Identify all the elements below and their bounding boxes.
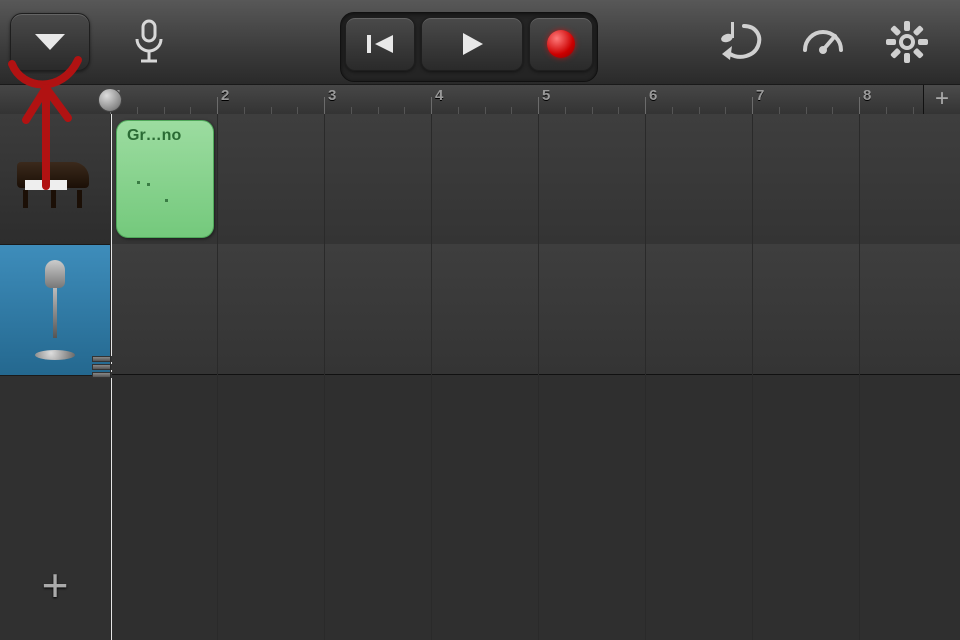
tracks-area: + Gr…no bbox=[0, 114, 960, 640]
zoom-add-button[interactable]: + bbox=[923, 85, 960, 115]
apple-loops-button[interactable] bbox=[714, 17, 764, 67]
ruler-bar-number: 4 bbox=[435, 87, 443, 104]
ruler-bar-number: 2 bbox=[221, 87, 229, 104]
microphone-icon bbox=[130, 19, 168, 65]
mixer-button[interactable] bbox=[798, 17, 848, 67]
grid-line bbox=[859, 114, 860, 640]
playhead[interactable] bbox=[98, 88, 122, 112]
midi-note-dot bbox=[165, 199, 168, 202]
rewind-icon bbox=[365, 33, 395, 55]
ruler-tick-major bbox=[752, 97, 753, 115]
record-button[interactable] bbox=[529, 17, 593, 71]
ruler-tick-major bbox=[645, 97, 646, 115]
ruler-tick-major bbox=[538, 97, 539, 115]
ruler-bar-number: 3 bbox=[328, 87, 336, 104]
ruler-tick-major bbox=[859, 97, 860, 115]
add-track-button[interactable]: + bbox=[42, 558, 69, 612]
ruler-bar-number: 8 bbox=[863, 87, 871, 104]
ruler-tick-major bbox=[324, 97, 325, 115]
grid-line bbox=[538, 114, 539, 640]
track-lane-mic[interactable] bbox=[110, 244, 960, 375]
track-header-empty: + bbox=[0, 376, 110, 640]
grid-line bbox=[217, 114, 218, 640]
my-songs-button[interactable] bbox=[10, 13, 90, 71]
region-label: Gr…no bbox=[127, 127, 181, 144]
track-lanes[interactable]: Gr…no bbox=[110, 114, 960, 640]
ruler-bar-number: 5 bbox=[542, 87, 550, 104]
grid-line bbox=[110, 114, 111, 640]
level-meter-stub bbox=[92, 356, 110, 380]
ruler-bar-number: 6 bbox=[649, 87, 657, 104]
loop-note-icon bbox=[714, 20, 764, 64]
midi-note-dot bbox=[137, 181, 140, 184]
grid-line bbox=[752, 114, 753, 640]
rewind-button[interactable] bbox=[345, 17, 415, 71]
track-header-piano[interactable] bbox=[0, 114, 110, 245]
chevron-down-icon bbox=[33, 32, 67, 52]
play-button[interactable] bbox=[421, 17, 523, 71]
midi-note-dot bbox=[147, 183, 150, 186]
ruler-track: 12345678 bbox=[110, 85, 924, 115]
mixer-icon bbox=[801, 22, 845, 62]
track-lane-piano[interactable] bbox=[110, 114, 960, 245]
grid-line bbox=[645, 114, 646, 640]
settings-button[interactable] bbox=[882, 17, 932, 67]
mic-stand-icon bbox=[25, 260, 85, 360]
transport-controls bbox=[340, 12, 598, 82]
toolbar bbox=[0, 0, 960, 85]
ruler-bar-number: 7 bbox=[756, 87, 764, 104]
plus-icon: + bbox=[42, 559, 69, 611]
midi-region[interactable]: Gr…no bbox=[116, 120, 214, 238]
piano-icon bbox=[15, 150, 95, 208]
timeline-ruler[interactable]: 12345678 + bbox=[0, 85, 960, 116]
grid-line bbox=[324, 114, 325, 640]
empty-lane-area bbox=[110, 374, 960, 640]
plus-icon: + bbox=[935, 85, 949, 112]
play-icon bbox=[459, 31, 485, 57]
ruler-tick-major bbox=[431, 97, 432, 115]
gear-icon bbox=[886, 21, 928, 63]
ruler-tick-major bbox=[217, 97, 218, 115]
record-icon bbox=[547, 30, 575, 58]
grid-line bbox=[431, 114, 432, 640]
instruments-button[interactable] bbox=[124, 17, 174, 67]
